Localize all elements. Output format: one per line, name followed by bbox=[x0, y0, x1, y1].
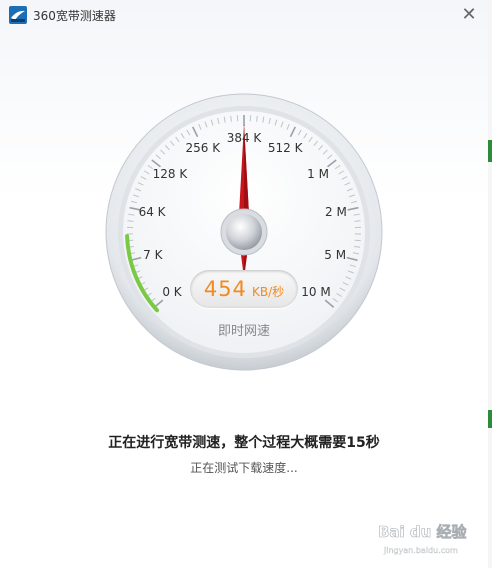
gauge-tick-mark bbox=[127, 220, 134, 222]
needle-hub bbox=[226, 214, 262, 250]
app-logo-icon bbox=[9, 6, 27, 24]
speed-gauge: 0 K 7 K 64 K 128 K 256 K 384 K 512 K 1 M 2 M 5 M 1… bbox=[104, 92, 384, 372]
background-edge-mark bbox=[488, 410, 492, 428]
speed-readout: 454 KB/秒 bbox=[190, 270, 298, 308]
background-edge-mark bbox=[488, 140, 492, 162]
svg-text:Bai du 经验: Bai du 经验 bbox=[378, 523, 468, 541]
gauge-tick-label: 5 M bbox=[324, 247, 347, 262]
status-message: 正在进行宽带测速，整个过程大概需要15秒 bbox=[108, 435, 380, 451]
gauge-tick-label: 10 M bbox=[301, 285, 331, 300]
baidu-jingyan-watermark: Bai du 经验 jingyan.baidu.com bbox=[378, 523, 468, 555]
gauge-tick-mark bbox=[354, 220, 361, 222]
background-window-edge bbox=[488, 0, 492, 568]
gauge-tick-label: 128 K bbox=[152, 167, 188, 182]
speed-caption: 即时网速 bbox=[217, 324, 270, 339]
gauge-tick-label: 256 K bbox=[185, 140, 221, 155]
gauge-tick-label: 512 K bbox=[267, 140, 303, 155]
close-button[interactable]: ✕ bbox=[458, 4, 480, 26]
speed-value: 454 bbox=[203, 277, 247, 301]
gauge-tick-mark bbox=[230, 115, 232, 122]
window-title: 360宽带测速器 bbox=[33, 9, 116, 23]
gauge-tick-mark bbox=[256, 115, 258, 122]
gauge-tick-label: 1 M bbox=[307, 167, 329, 182]
gauge-tick-label: 7 K bbox=[143, 247, 163, 262]
svg-text:jingyan.baidu.com: jingyan.baidu.com bbox=[383, 546, 458, 555]
title-bar: 360宽带测速器 ✕ bbox=[0, 0, 488, 30]
gauge-tick-label: 0 K bbox=[162, 285, 182, 300]
gauge-tick-label: 64 K bbox=[138, 205, 166, 220]
app-window: 360宽带测速器 ✕ 0 K 7 K 64 K 128 K 256 K 384 … bbox=[0, 0, 489, 568]
gauge-tick-label: 2 M bbox=[325, 205, 347, 220]
speed-unit: KB/秒 bbox=[252, 285, 285, 299]
close-icon: ✕ bbox=[461, 4, 477, 25]
status-detail: 正在测试下载速度... bbox=[190, 461, 298, 475]
gauge-tick-label: 384 K bbox=[226, 131, 262, 145]
